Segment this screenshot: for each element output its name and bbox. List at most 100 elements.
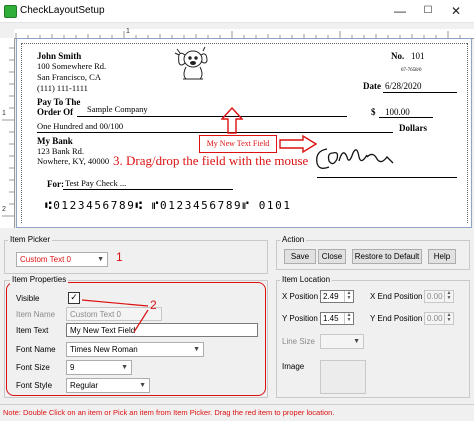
visible-checkbox[interactable]: ✓ bbox=[68, 292, 80, 304]
x-end-position-label: X End Position bbox=[370, 292, 423, 301]
x-position-value: 2.49 bbox=[323, 292, 339, 301]
item-text-label: Item Text bbox=[16, 326, 49, 335]
payer-phone[interactable]: (111) 111-1111 bbox=[37, 83, 88, 93]
y-end-position-value: 0.00 bbox=[427, 314, 443, 323]
close-button[interactable]: Close bbox=[318, 249, 346, 264]
micr-line[interactable]: ⑆0123456789⑆ ⑈0123456789⑈ 0101 bbox=[45, 199, 292, 212]
font-style-dropdown[interactable]: Regular ▼ bbox=[66, 378, 150, 393]
check-number-value[interactable]: 101 bbox=[411, 51, 425, 61]
chevron-down-icon: ▼ bbox=[121, 364, 128, 371]
check-canvas[interactable]: John Smith 100 Somewhere Rd. San Francis… bbox=[16, 38, 472, 228]
left-ruler: 1 2 bbox=[0, 38, 15, 228]
line-size-label: Line Size bbox=[282, 337, 315, 346]
x-end-position-spinner[interactable]: 0.00 ▲ ▼ bbox=[424, 290, 454, 303]
payer-address-line1[interactable]: 100 Somewhere Rd. bbox=[37, 61, 106, 71]
title-bar: CheckLayoutSetup — ☐ ✕ bbox=[0, 0, 474, 23]
item-properties-group-label: Item Properties bbox=[10, 275, 69, 284]
help-button[interactable]: Help bbox=[428, 249, 456, 264]
close-window-button[interactable]: ✕ bbox=[446, 2, 466, 20]
maximize-button[interactable]: ☐ bbox=[418, 2, 438, 20]
item-picker-dropdown[interactable]: Custom Text 0 ▼ bbox=[16, 252, 108, 267]
font-size-label: Font Size bbox=[16, 363, 50, 372]
chevron-down-icon: ▼ bbox=[97, 256, 104, 263]
status-note: Note: Double Click on an item or Pick an… bbox=[3, 408, 335, 417]
item-picker-selected: Custom Text 0 bbox=[20, 255, 71, 264]
x-position-spinner[interactable]: 2.49 ▲ ▼ bbox=[320, 290, 354, 303]
annotation-number-1: 1 bbox=[116, 250, 123, 264]
payer-name[interactable]: John Smith bbox=[37, 51, 81, 61]
y-position-value: 1.45 bbox=[323, 314, 339, 323]
date-line bbox=[383, 92, 457, 93]
window-title: CheckLayoutSetup bbox=[20, 5, 105, 16]
chevron-down-icon: ▼ bbox=[353, 338, 360, 345]
amount-value[interactable]: 100.00 bbox=[385, 107, 410, 117]
item-location-group-label: Item Location bbox=[280, 275, 333, 284]
annotation-number-2: 2 bbox=[150, 298, 157, 312]
item-picker-group-label: Item Picker bbox=[8, 235, 53, 244]
left-ruler-ticks bbox=[2, 47, 14, 217]
right-margin-guide bbox=[467, 43, 468, 223]
payee-name[interactable]: Sample Company bbox=[87, 104, 148, 114]
save-button[interactable]: Save bbox=[284, 249, 316, 264]
bank-address-line1[interactable]: 123 Bank Rd. bbox=[37, 146, 84, 156]
dollar-sign: $ bbox=[371, 107, 376, 117]
item-name-label: Item Name bbox=[16, 310, 56, 319]
spin-arrows-icon[interactable]: ▲ ▼ bbox=[344, 313, 353, 324]
status-bar: Note: Double Click on an item or Pick an… bbox=[0, 404, 474, 421]
arrow-up-icon bbox=[221, 107, 243, 134]
font-style-label: Font Style bbox=[16, 381, 53, 390]
signature-line bbox=[317, 177, 457, 178]
memo-line bbox=[63, 189, 233, 190]
memo-label: For: bbox=[47, 179, 64, 189]
font-name-selected: Times New Roman bbox=[70, 345, 138, 354]
dog-logo-icon[interactable] bbox=[171, 43, 213, 83]
minimize-button[interactable]: — bbox=[390, 2, 410, 20]
routing-fraction[interactable]: 67-7658/0 bbox=[401, 68, 422, 73]
left-margin-guide bbox=[21, 43, 22, 223]
date-value[interactable]: 6/28/2020 bbox=[385, 81, 422, 91]
font-size-dropdown[interactable]: 9 ▼ bbox=[66, 360, 132, 375]
pay-to-label-line1: Pay To The bbox=[37, 97, 81, 107]
spin-arrows-icon[interactable]: ▲ ▼ bbox=[444, 291, 453, 302]
memo-value[interactable]: Test Pay Check ... bbox=[65, 178, 126, 188]
amount-words-line bbox=[37, 132, 393, 133]
dollars-label: Dollars bbox=[399, 123, 427, 133]
left-ruler-number-2: 2 bbox=[2, 206, 6, 213]
top-margin-guide bbox=[21, 43, 467, 44]
visible-label: Visible bbox=[16, 294, 40, 303]
new-text-field-item[interactable]: My New Text Field bbox=[199, 135, 277, 153]
arrow-right-icon bbox=[279, 135, 317, 153]
signature-image[interactable] bbox=[313, 143, 403, 175]
font-style-selected: Regular bbox=[70, 381, 99, 390]
y-position-spinner[interactable]: 1.45 ▲ ▼ bbox=[320, 312, 354, 325]
font-size-selected: 9 bbox=[70, 363, 75, 372]
check-number-label: No. bbox=[391, 51, 405, 61]
image-label: Image bbox=[282, 362, 305, 371]
spin-arrows-icon[interactable]: ▲ ▼ bbox=[444, 313, 453, 324]
app-icon bbox=[4, 5, 17, 18]
font-name-dropdown[interactable]: Times New Roman ▼ bbox=[66, 342, 204, 357]
x-position-label: X Position bbox=[282, 292, 319, 301]
amount-line bbox=[379, 117, 433, 118]
bank-address-line2[interactable]: Nowhere, KY, 40000 bbox=[37, 156, 109, 166]
amount-in-words[interactable]: One Hundred and 00/100 bbox=[37, 121, 123, 131]
top-ruler-ticks bbox=[15, 31, 461, 38]
restore-default-button[interactable]: Restore to Default bbox=[352, 249, 422, 264]
line-size-dropdown[interactable]: ▼ bbox=[320, 334, 364, 349]
spin-arrows-icon[interactable]: ▲ ▼ bbox=[344, 291, 353, 302]
font-name-label: Font Name bbox=[16, 345, 56, 354]
y-end-position-label: Y End Position bbox=[370, 314, 423, 323]
action-group-label: Action bbox=[280, 235, 307, 244]
date-label: Date bbox=[363, 81, 381, 91]
left-ruler-number-1: 1 bbox=[2, 110, 6, 117]
y-end-position-spinner[interactable]: 0.00 ▲ ▼ bbox=[424, 312, 454, 325]
y-position-label: Y Position bbox=[282, 314, 318, 323]
top-ruler-number: 1 bbox=[126, 28, 130, 35]
annotation-2-pointer-lines bbox=[81, 299, 149, 333]
payer-address-line2[interactable]: San Francisco, CA bbox=[37, 72, 101, 82]
image-preview-box[interactable] bbox=[320, 360, 366, 394]
bank-name[interactable]: My Bank bbox=[37, 136, 73, 146]
chevron-down-icon: ▼ bbox=[139, 382, 146, 389]
pay-to-label-line2: Order Of bbox=[37, 107, 74, 117]
x-end-position-value: 0.00 bbox=[427, 292, 443, 301]
